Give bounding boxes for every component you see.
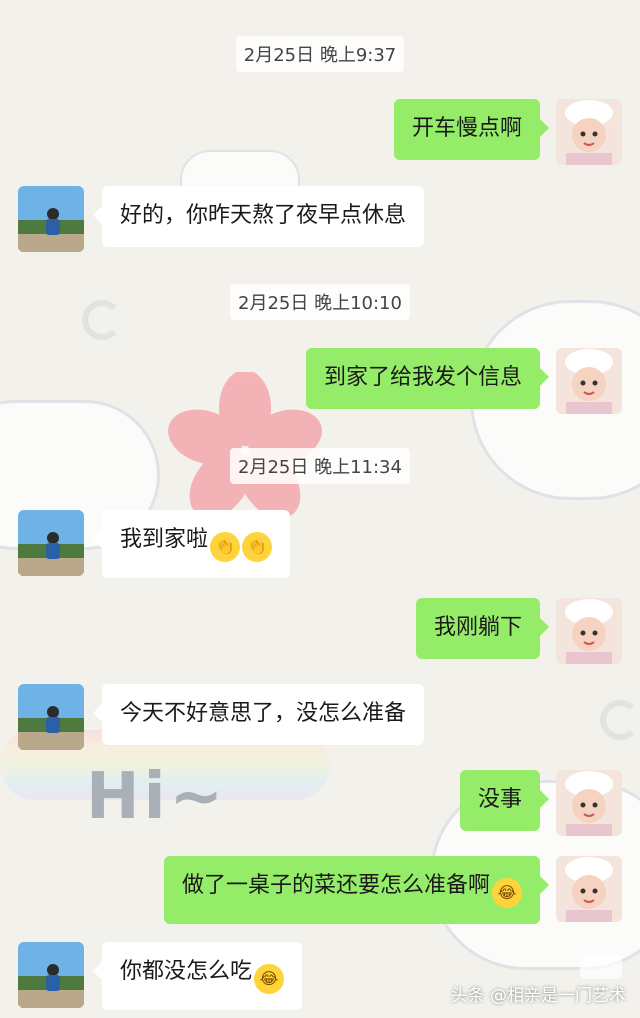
outgoing-message-bubble[interactable]: 做了一桌子的菜还要怎么准备啊 😂 xyxy=(163,856,550,924)
my-avatar[interactable] xyxy=(556,99,622,165)
outgoing-message-bubble[interactable]: 没事 xyxy=(459,770,550,831)
crying-laughing-emoji-icon: 😂 xyxy=(492,878,522,908)
clap-emoji-icon: 👏 xyxy=(210,532,241,562)
outgoing-message-bubble[interactable]: 我刚躺下 xyxy=(415,598,550,659)
contact-avatar[interactable] xyxy=(18,186,84,252)
message-text: 我到家啦 xyxy=(120,527,209,552)
watermark-logo-icon xyxy=(580,955,622,979)
outgoing-message-bubble[interactable]: 到家了给我发个信息 xyxy=(305,348,550,409)
sakura-decoration xyxy=(168,372,322,519)
timestamp: 2月25日 晚上10:10 xyxy=(0,284,640,320)
outgoing-message-bubble[interactable]: 开车慢点啊 xyxy=(393,99,550,160)
contact-avatar[interactable] xyxy=(18,510,84,576)
my-avatar[interactable] xyxy=(556,770,622,836)
message-text: 你都没怎么吃 xyxy=(120,959,253,984)
incoming-message-bubble[interactable]: 你都没怎么吃 😂 xyxy=(92,942,303,1010)
incoming-message-bubble[interactable]: 我到家啦 👏 👏 xyxy=(92,510,291,578)
my-avatar[interactable] xyxy=(556,598,622,664)
watermark: 头条 @相亲是一门艺术 xyxy=(450,986,626,1006)
incoming-message-bubble[interactable]: 好的，你昨天熬了夜早点休息 xyxy=(92,186,425,247)
my-avatar[interactable] xyxy=(556,856,622,922)
message-text: 做了一桌子的菜还要怎么准备啊 xyxy=(181,873,490,898)
timestamp: 2月25日 晚上11:34 xyxy=(0,448,640,484)
background-hi-text: Hi~ xyxy=(86,760,228,834)
incoming-message-bubble[interactable]: 今天不好意思了，没怎么准备 xyxy=(92,684,425,745)
contact-avatar[interactable] xyxy=(18,684,84,750)
my-avatar[interactable] xyxy=(556,348,622,414)
timestamp: 2月25日 晚上9:37 xyxy=(0,36,640,72)
contact-avatar[interactable] xyxy=(18,942,84,1008)
crying-laughing-emoji-icon: 😂 xyxy=(254,964,285,994)
clap-emoji-icon: 👏 xyxy=(242,532,273,562)
